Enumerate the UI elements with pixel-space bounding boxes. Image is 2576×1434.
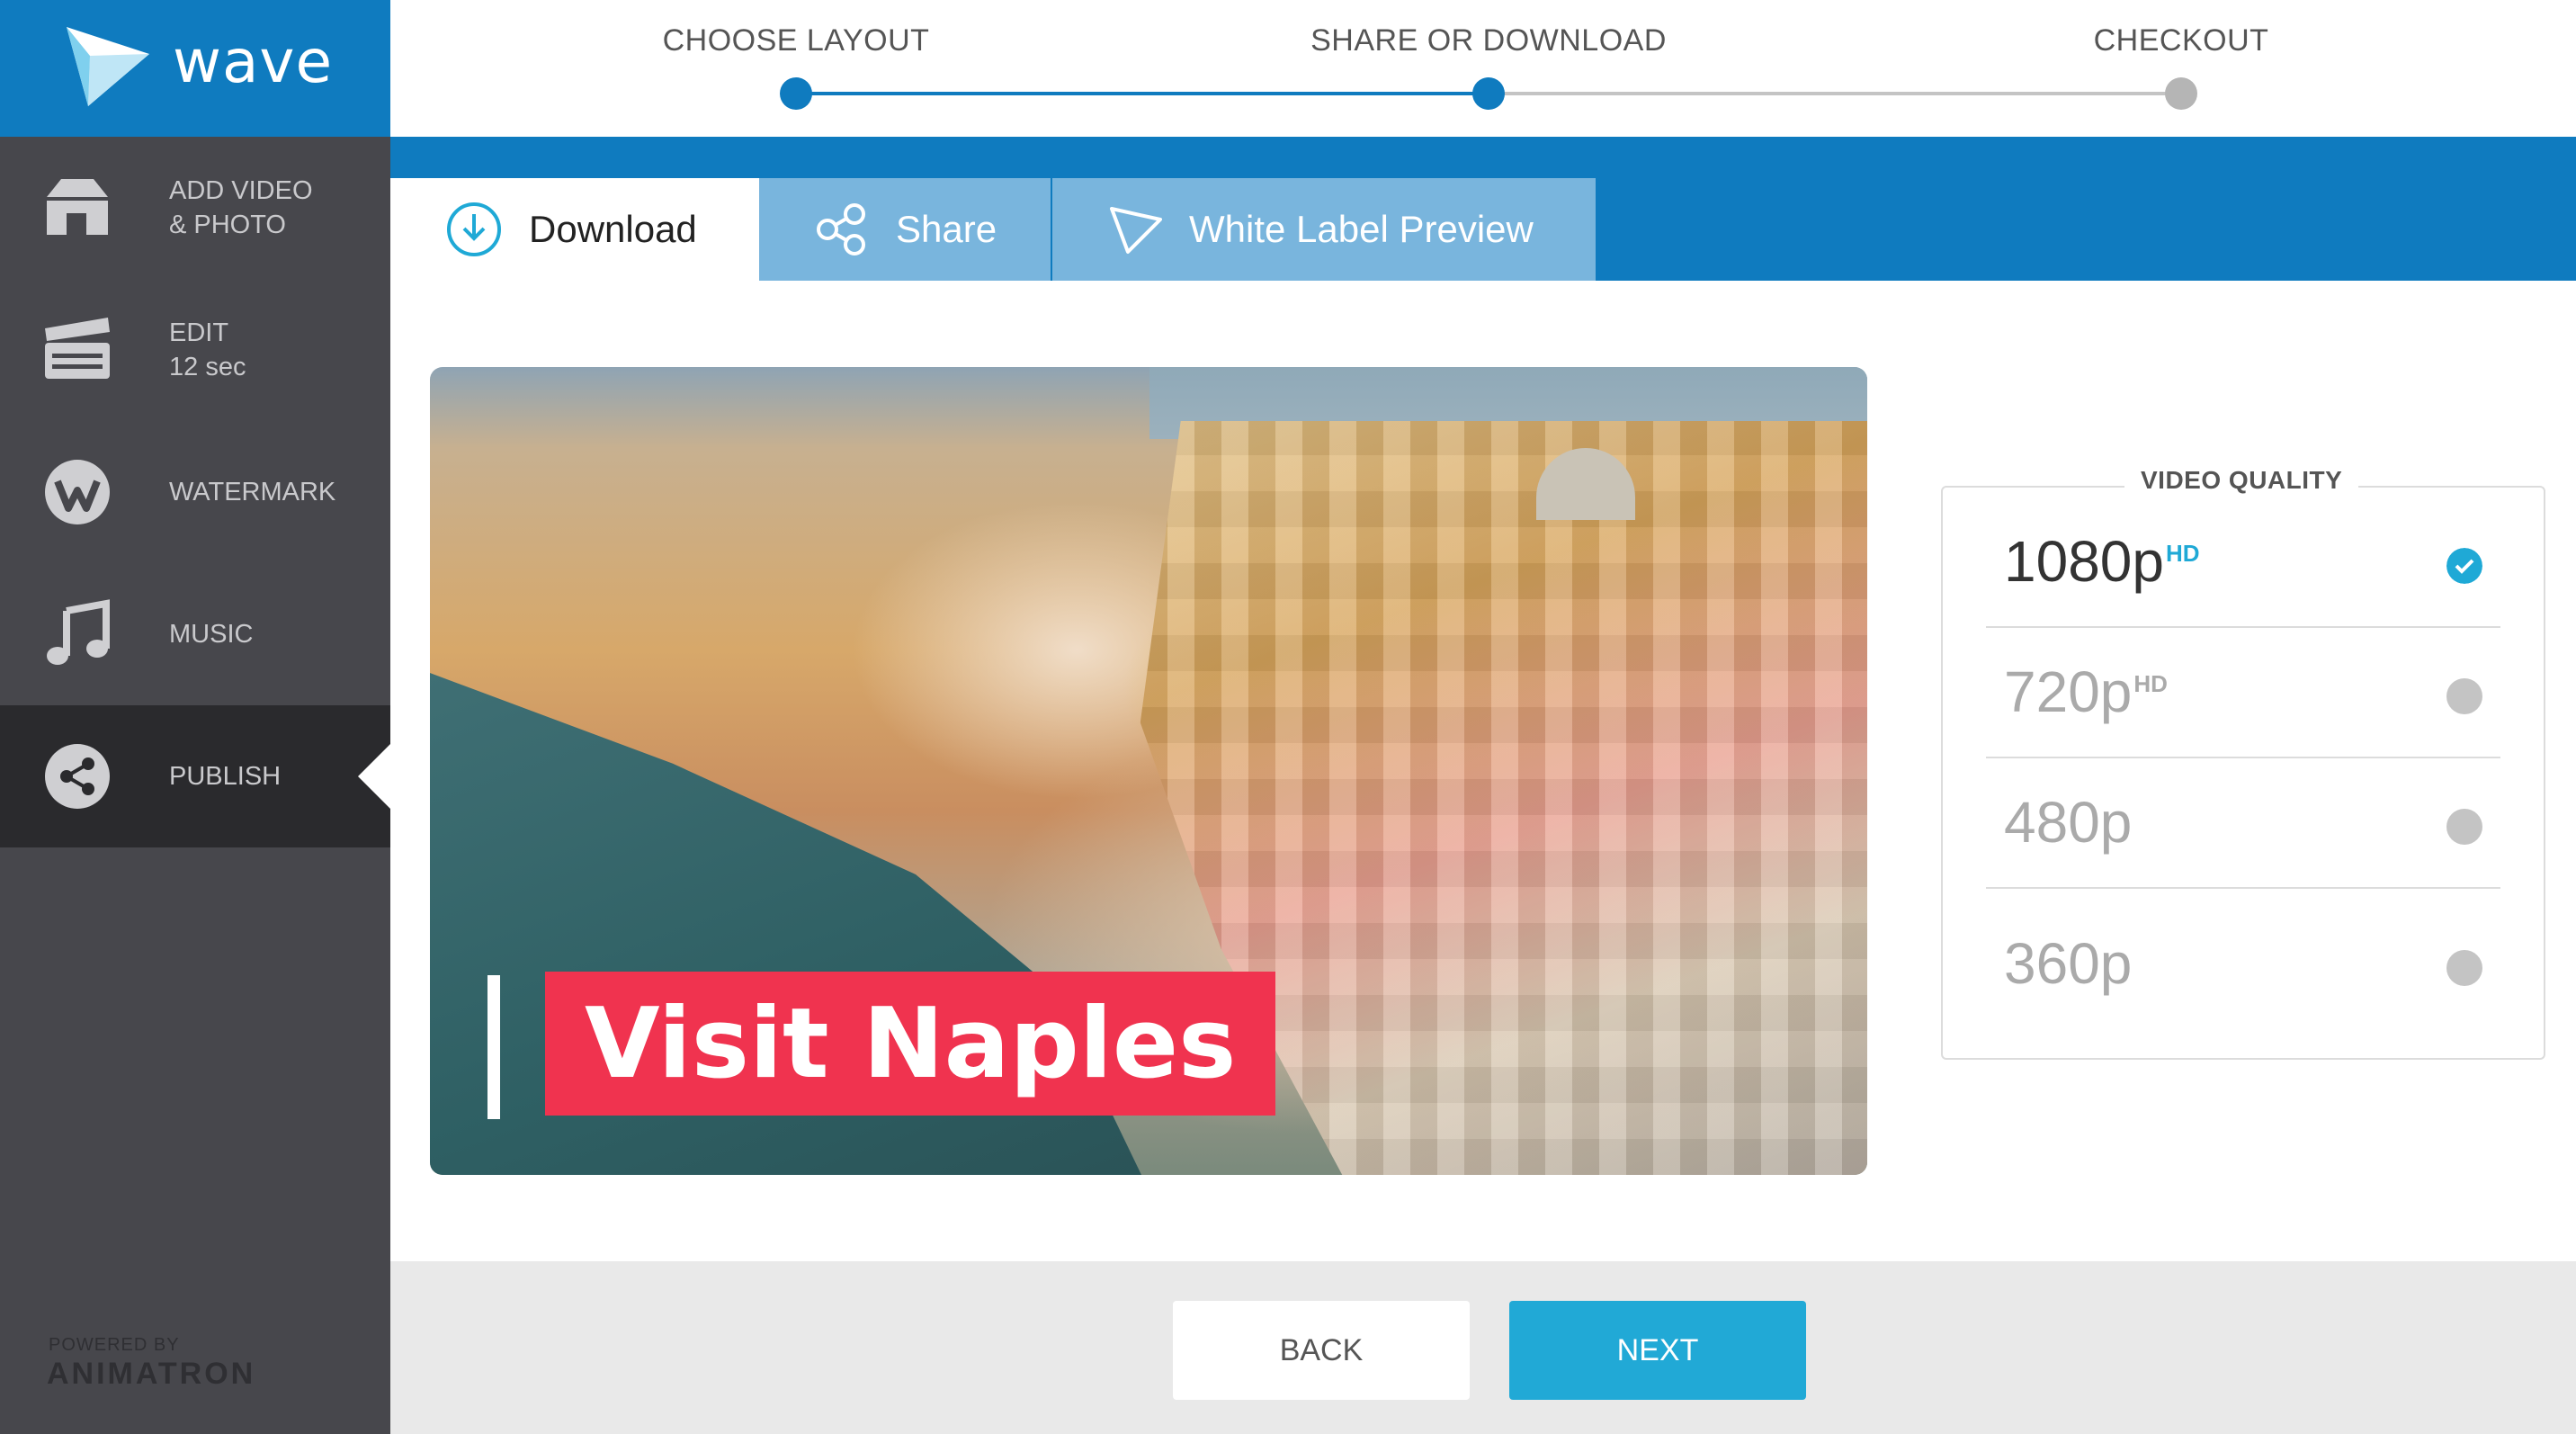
tab-white-label-preview[interactable]: White Label Preview (1052, 178, 1596, 281)
app-logo[interactable]: wave (0, 0, 390, 137)
sidebar-item-label: MUSIC (169, 620, 254, 649)
step-share-download-label: SHARE OR DOWNLOAD (1310, 23, 1667, 58)
clapperboard-icon (45, 318, 110, 379)
quality-option-480p[interactable]: 480p (1986, 758, 2500, 889)
caption-accent-bar (487, 975, 500, 1119)
footer-bar (390, 1261, 2576, 1434)
quality-res: 720p (2004, 659, 2133, 724)
quality-res: 360p (2004, 931, 2133, 996)
sidebar-item-label: EDIT 12 sec (169, 318, 246, 381)
video-caption: Visit Naples (545, 972, 1276, 1116)
radio-unselected-icon (2446, 950, 2482, 986)
step-checkout-dot[interactable] (2165, 77, 2197, 110)
tab-share[interactable]: Share (759, 178, 1051, 281)
divider (1986, 887, 2500, 889)
back-button[interactable]: BACK (1173, 1301, 1470, 1400)
step-checkout-label: CHECKOUT (2093, 23, 2269, 58)
sidebar-item-watermark[interactable]: WATERMARK (0, 421, 390, 563)
tab-white-label-preview-label: White Label Preview (1189, 208, 1534, 250)
download-icon (447, 202, 501, 256)
share-icon (45, 744, 110, 809)
next-button[interactable]: NEXT (1509, 1301, 1806, 1400)
animatron-logo: ANIMATRON (47, 1357, 256, 1391)
quality-res: 480p (2004, 790, 2133, 855)
sidebar-item-publish[interactable]: PUBLISH (0, 705, 390, 847)
sidebar-item-music[interactable]: MUSIC (0, 563, 390, 705)
video-preview[interactable]: Visit Naples (430, 367, 1867, 1175)
brand-name: wave (173, 27, 334, 96)
step-connector-pending (1489, 92, 2181, 95)
quality-label: 1080pHD (2004, 528, 2200, 595)
tab-download[interactable]: Download (390, 178, 759, 281)
powered-by-label: POWERED BY (49, 1335, 180, 1355)
share-nodes-icon (817, 203, 865, 255)
hd-badge: HD (2165, 539, 2200, 567)
quality-option-360p[interactable]: 360p (1986, 900, 2500, 1030)
step-share-download-dot[interactable] (1472, 77, 1505, 110)
hd-badge: HD (2133, 669, 2168, 697)
progress-steps: CHOOSE LAYOUT SHARE OR DOWNLOAD CHECKOUT (390, 0, 2576, 137)
sidebar-item-add-video-photo[interactable]: ADD VIDEO & PHOTO (0, 137, 390, 279)
sidebar-item-edit[interactable]: EDIT 12 sec (0, 279, 390, 421)
tab-download-label: Download (529, 208, 697, 250)
step-choose-layout-dot[interactable] (780, 77, 812, 110)
sidebar-item-label: PUBLISH (169, 762, 282, 791)
sidebar-item-label: ADD VIDEO & PHOTO (169, 176, 313, 239)
quality-option-720p[interactable]: 720pHD (1986, 628, 2500, 758)
music-note-icon (47, 599, 110, 665)
tab-share-label: Share (896, 208, 997, 250)
checkmark-icon (2446, 548, 2482, 584)
quality-res: 1080p (2004, 529, 2164, 594)
step-choose-layout-label: CHOOSE LAYOUT (662, 23, 930, 58)
quality-option-1080p[interactable]: 1080pHD (1986, 497, 2500, 628)
home-icon (47, 179, 108, 235)
radio-unselected-icon (2446, 678, 2482, 714)
triangle-play-icon (1110, 207, 1162, 254)
sidebar-item-label: WATERMARK (169, 478, 336, 506)
radio-unselected-icon (2446, 809, 2482, 845)
sidebar: wave ADD VIDEO & PHOTO EDIT 12 sec WATER… (0, 0, 390, 1434)
wave-logo-icon (67, 27, 149, 106)
quality-label: 720pHD (2004, 659, 2168, 725)
step-connector-done (796, 92, 1489, 95)
watermark-w-icon (45, 460, 110, 524)
video-quality-title: VIDEO QUALITY (2124, 466, 2359, 495)
